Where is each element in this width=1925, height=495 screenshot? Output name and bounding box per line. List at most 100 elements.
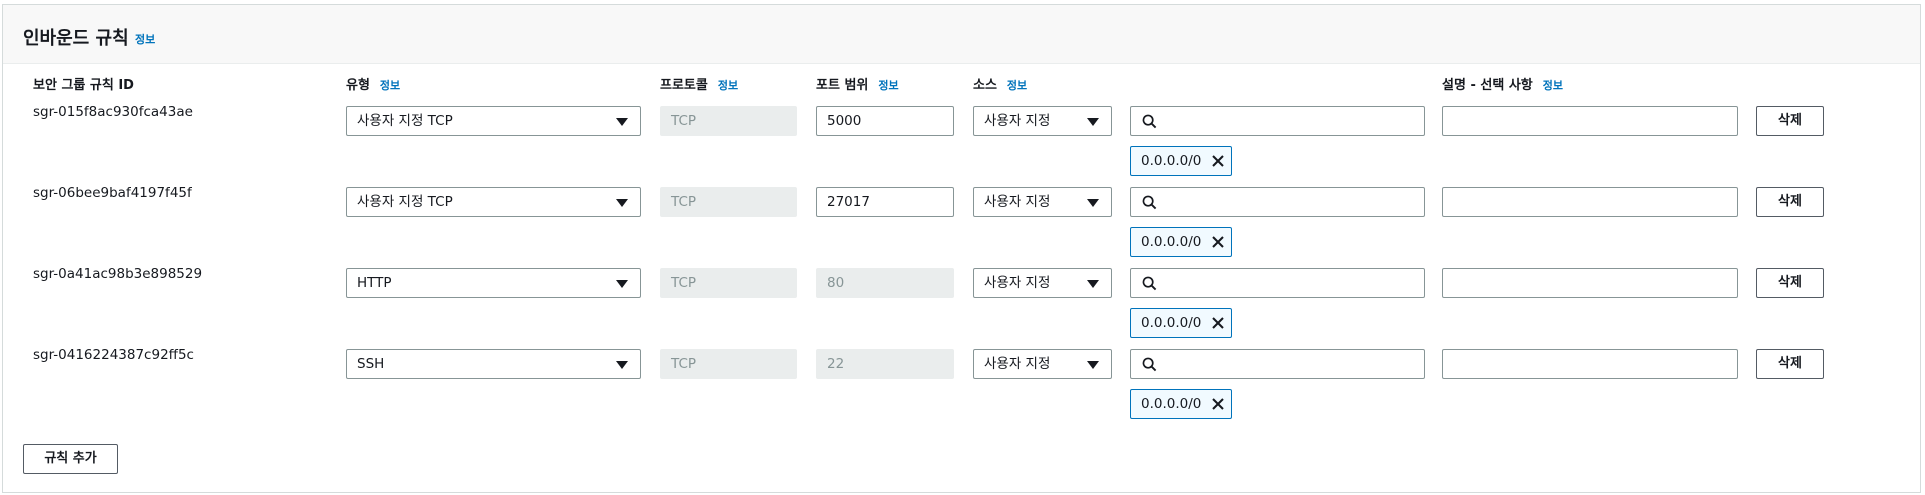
port-range-value: 22: [827, 356, 845, 372]
caret-down-icon: [1087, 280, 1099, 288]
port-range-input[interactable]: 5000: [816, 106, 954, 136]
close-icon[interactable]: [1211, 235, 1225, 249]
source-select-value: 사용자 지정: [984, 194, 1051, 210]
port-range-input[interactable]: 27017: [816, 187, 954, 217]
header-port-range-label: 포트 범위: [816, 78, 869, 93]
title-info-link[interactable]: 정보: [135, 31, 155, 47]
cidr-token-label: 0.0.0.0/0: [1141, 396, 1202, 412]
delete-button[interactable]: 삭제: [1756, 106, 1824, 136]
protocol-info-link[interactable]: 정보: [718, 79, 738, 92]
add-rule-button[interactable]: 규칙 추가: [23, 444, 118, 474]
port-range-value: 27017: [827, 194, 870, 210]
description-info-link[interactable]: 정보: [1543, 79, 1563, 92]
protocol-field: TCP: [660, 106, 797, 136]
rule-id: sgr-0a41ac98b3e898529: [33, 266, 203, 282]
cidr-token-label: 0.0.0.0/0: [1141, 153, 1202, 169]
header-rule-id: 보안 그룹 규칙 ID: [33, 74, 134, 93]
close-icon[interactable]: [1211, 397, 1225, 411]
source-select[interactable]: 사용자 지정: [973, 106, 1112, 136]
type-info-link[interactable]: 정보: [380, 79, 400, 92]
caret-down-icon: [1087, 118, 1099, 126]
delete-button-label: 삭제: [1778, 275, 1802, 290]
header-type: 유형 정보: [346, 74, 400, 93]
description-input[interactable]: [1442, 349, 1738, 379]
header-source-label: 소스: [973, 78, 997, 93]
header-protocol: 프로토콜 정보: [660, 74, 738, 93]
close-icon[interactable]: [1211, 154, 1225, 168]
source-select[interactable]: 사용자 지정: [973, 187, 1112, 217]
delete-button-label: 삭제: [1778, 113, 1802, 128]
cidr-search-input[interactable]: [1130, 187, 1425, 217]
header-protocol-label: 프로토콜: [660, 78, 708, 93]
type-select[interactable]: HTTP: [346, 268, 641, 298]
type-select[interactable]: 사용자 지정 TCP: [346, 187, 641, 217]
protocol-field: TCP: [660, 187, 797, 217]
source-select[interactable]: 사용자 지정: [973, 268, 1112, 298]
source-select-value: 사용자 지정: [984, 275, 1051, 291]
cidr-search-input[interactable]: [1130, 106, 1425, 136]
search-icon: [1142, 276, 1157, 291]
delete-button[interactable]: 삭제: [1756, 268, 1824, 298]
rule-row: sgr-0416224387c92ff5c SSH TCP 22 사용자 지정 …: [3, 347, 1920, 429]
cidr-token-label: 0.0.0.0/0: [1141, 315, 1202, 331]
header-port-range: 포트 범위 정보: [816, 74, 899, 93]
cidr-search-input[interactable]: [1130, 349, 1425, 379]
inbound-rules-panel: 인바운드 규칙 정보 보안 그룹 규칙 ID 유형 정보 프로토콜 정보 포트 범위…: [2, 4, 1921, 493]
port-range-field: 22: [816, 349, 954, 379]
rule-id: sgr-015f8ac930fca43ae: [33, 104, 193, 120]
panel-header: 인바운드 규칙 정보: [3, 5, 1920, 64]
search-icon: [1142, 114, 1157, 129]
rule-row: sgr-0a41ac98b3e898529 HTTP TCP 80 사용자 지정…: [3, 266, 1920, 348]
protocol-value: TCP: [671, 356, 697, 372]
caret-down-icon: [616, 118, 628, 126]
rule-id: sgr-06bee9baf4197f45f: [33, 185, 192, 201]
cidr-token-label: 0.0.0.0/0: [1141, 234, 1202, 250]
source-select[interactable]: 사용자 지정: [973, 349, 1112, 379]
cidr-search-input[interactable]: [1130, 268, 1425, 298]
source-info-link[interactable]: 정보: [1007, 79, 1027, 92]
caret-down-icon: [1087, 199, 1099, 207]
description-input[interactable]: [1442, 106, 1738, 136]
rule-row: sgr-06bee9baf4197f45f 사용자 지정 TCP TCP 270…: [3, 185, 1920, 267]
caret-down-icon: [1087, 361, 1099, 369]
delete-button-label: 삭제: [1778, 356, 1802, 371]
panel-title: 인바운드 규칙: [23, 28, 129, 49]
cidr-token: 0.0.0.0/0: [1130, 389, 1232, 419]
delete-button[interactable]: 삭제: [1756, 187, 1824, 217]
protocol-value: TCP: [671, 194, 697, 210]
header-source: 소스 정보: [973, 74, 1027, 93]
rule-row: sgr-015f8ac930fca43ae 사용자 지정 TCP TCP 500…: [3, 104, 1920, 186]
add-rule-button-label: 규칙 추가: [44, 451, 97, 466]
header-rule-id-label: 보안 그룹 규칙 ID: [33, 78, 134, 93]
close-icon[interactable]: [1211, 316, 1225, 330]
protocol-field: TCP: [660, 268, 797, 298]
description-input[interactable]: [1442, 187, 1738, 217]
protocol-value: TCP: [671, 113, 697, 129]
header-description: 설명 - 선택 사항 정보: [1442, 74, 1563, 93]
protocol-value: TCP: [671, 275, 697, 291]
port-range-value: 80: [827, 275, 845, 291]
port-range-info-link[interactable]: 정보: [878, 79, 898, 92]
description-input[interactable]: [1442, 268, 1738, 298]
source-select-value: 사용자 지정: [984, 113, 1051, 129]
search-icon: [1142, 357, 1157, 372]
type-select[interactable]: 사용자 지정 TCP: [346, 106, 641, 136]
type-select[interactable]: SSH: [346, 349, 641, 379]
type-select-value: 사용자 지정 TCP: [357, 113, 453, 129]
protocol-field: TCP: [660, 349, 797, 379]
cidr-token: 0.0.0.0/0: [1130, 227, 1232, 257]
source-select-value: 사용자 지정: [984, 356, 1051, 372]
header-type-label: 유형: [346, 78, 370, 93]
delete-button-label: 삭제: [1778, 194, 1802, 209]
caret-down-icon: [616, 199, 628, 207]
delete-button[interactable]: 삭제: [1756, 349, 1824, 379]
rule-id: sgr-0416224387c92ff5c: [33, 347, 194, 363]
caret-down-icon: [616, 280, 628, 288]
type-select-value: SSH: [357, 356, 385, 372]
port-range-field: 80: [816, 268, 954, 298]
port-range-value: 5000: [827, 113, 862, 129]
cidr-token: 0.0.0.0/0: [1130, 308, 1232, 338]
header-description-label: 설명 - 선택 사항: [1442, 78, 1533, 93]
type-select-value: 사용자 지정 TCP: [357, 194, 453, 210]
search-icon: [1142, 195, 1157, 210]
